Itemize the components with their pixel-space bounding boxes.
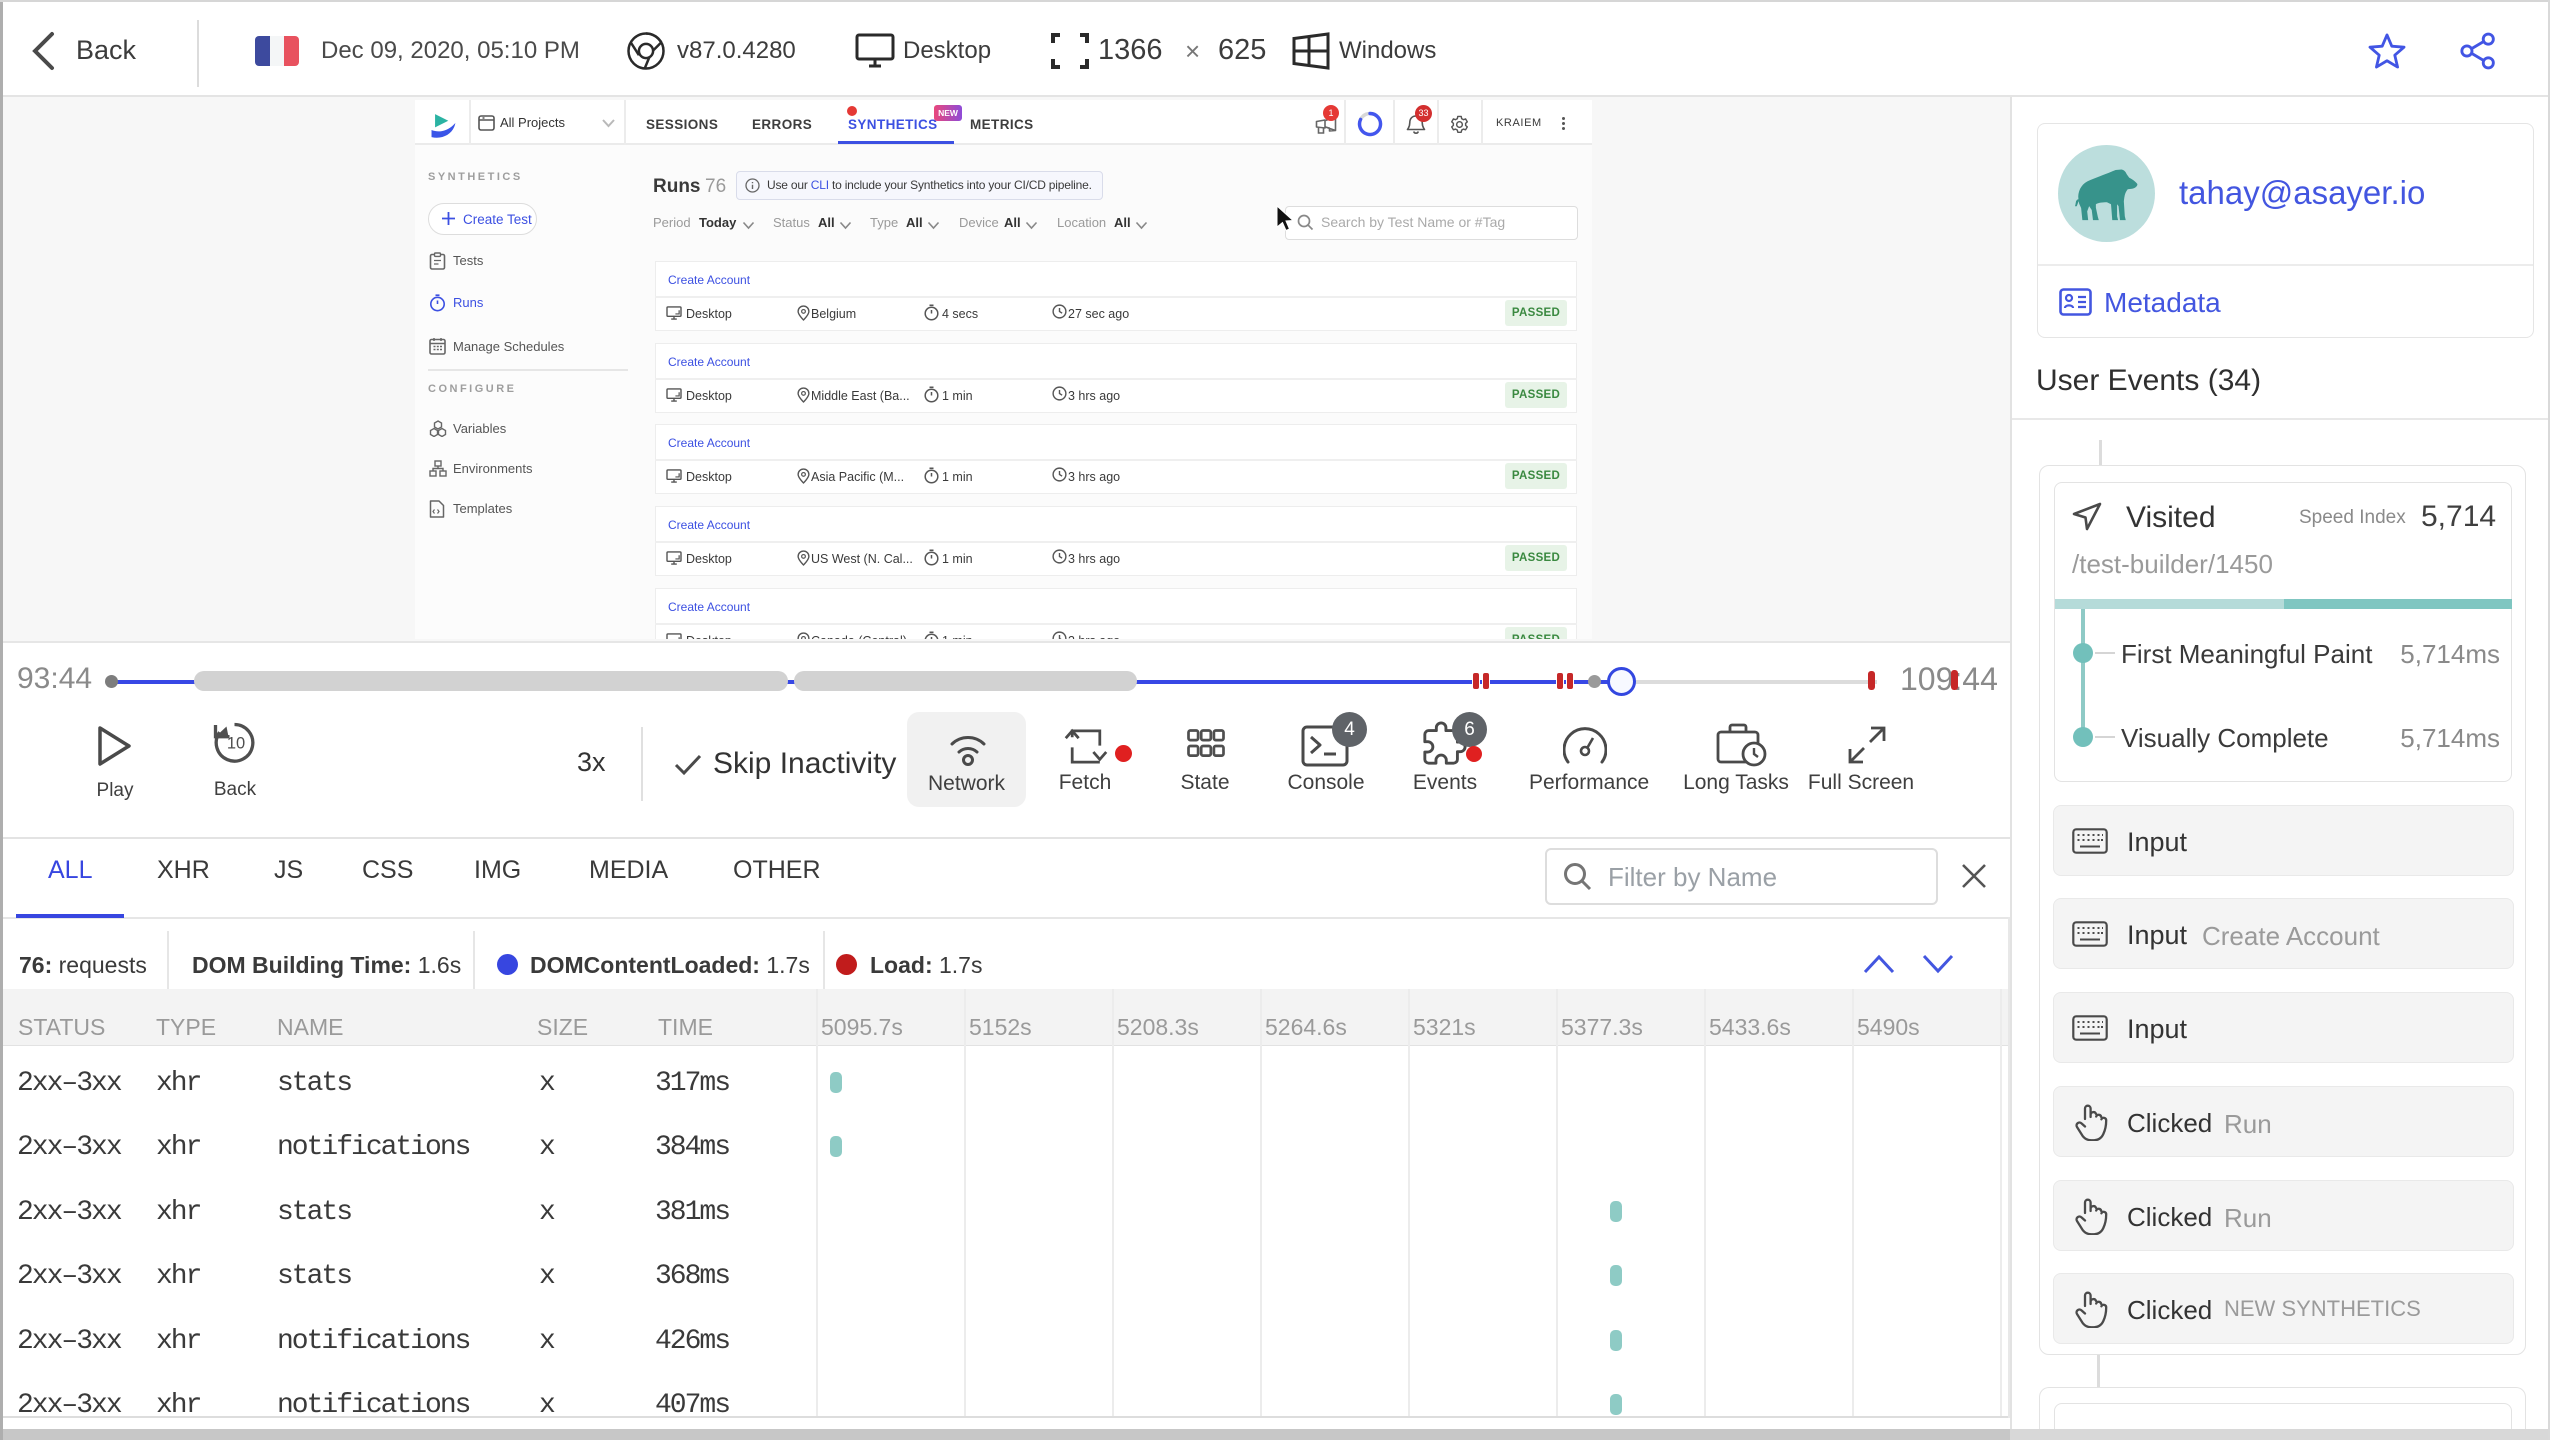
svg-text:10: 10 — [227, 735, 245, 753]
